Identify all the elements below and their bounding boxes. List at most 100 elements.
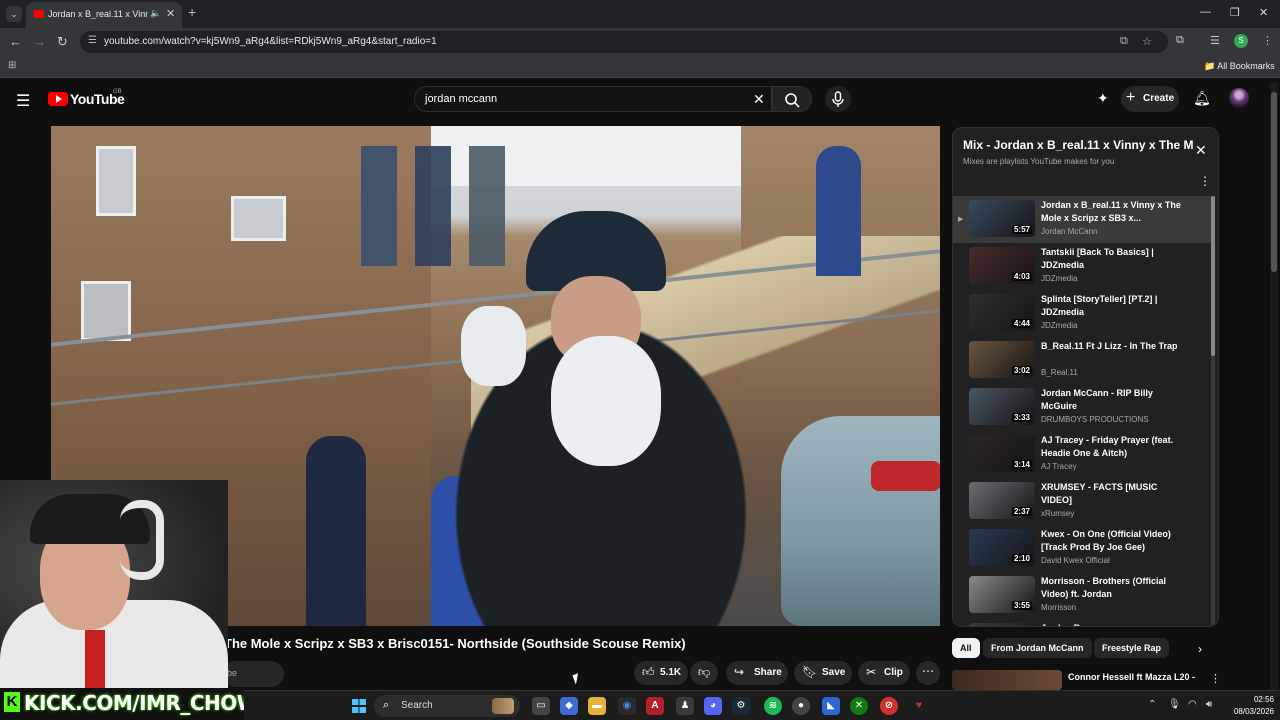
copilot-icon[interactable]: ◆ <box>560 697 578 715</box>
account-avatar[interactable] <box>1229 88 1249 108</box>
microphone-tray-icon[interactable]: 🎙︎ <box>1168 699 1181 710</box>
back-icon[interactable]: ← <box>9 34 22 49</box>
playlist-scrollbar[interactable] <box>1211 196 1215 626</box>
steam-icon[interactable]: ⚙ <box>732 697 750 715</box>
reading-list-icon[interactable]: ☰ <box>1210 34 1220 47</box>
playlist-item[interactable]: 3:14 AJ Tracey - Friday Prayer (feat. Hea… <box>953 431 1211 478</box>
bookmark-star-icon[interactable]: ☆ <box>1142 35 1152 48</box>
profile-avatar[interactable]: S <box>1234 34 1248 48</box>
search-input[interactable]: jordan mccann ✕ <box>414 86 772 112</box>
youtube-logo-icon[interactable] <box>48 92 68 106</box>
playlist-item[interactable]: ▶ 5:57 Jordan x B_real.11 x Vinny x The Mo… <box>953 196 1211 243</box>
chip-from-jordan-mccann[interactable]: From Jordan McCann <box>983 638 1092 658</box>
tray-overflow-icon[interactable]: ⌃ <box>1148 699 1156 710</box>
clear-search-icon[interactable]: ✕ <box>753 91 765 108</box>
taskbar-search[interactable]: ⌕ Search <box>374 695 520 717</box>
system-clock[interactable]: 02:56 08/03/2026 <box>1226 694 1274 718</box>
app-icon-blue[interactable]: ◣ <box>822 697 840 715</box>
volume-icon[interactable]: 🔊︎ <box>1206 699 1212 710</box>
reload-icon[interactable]: ↻ <box>57 34 68 50</box>
region-code: GB <box>113 89 122 95</box>
window-close-icon[interactable]: ✕ <box>1259 6 1268 19</box>
pin-icon[interactable]: ♥ <box>910 697 928 715</box>
playlist-item[interactable]: 3:02 B_Real.11 Ft J Lizz - In The Trap B_R… <box>953 337 1211 384</box>
clip-label: Clip <box>884 667 903 678</box>
premium-icon[interactable]: ✦ <box>1097 90 1109 107</box>
file-explorer-icon[interactable]: ▬ <box>588 697 606 715</box>
forward-icon[interactable]: → <box>33 34 46 49</box>
playlist-item[interactable]: 3:55 Morrisson - Brothers (Official Video… <box>953 572 1211 619</box>
dislike-button[interactable]: 👎︎ <box>690 661 718 685</box>
playlist-item-thumbnail[interactable]: 3:55 <box>969 576 1035 613</box>
site-info-icon[interactable]: ☰ <box>88 35 97 46</box>
tab-search-button[interactable]: ⌄ <box>6 6 22 22</box>
address-bar[interactable]: ☰ youtube.com/watch?v=kj5Wn9_aRg4&list=R… <box>80 31 1168 53</box>
spotify-icon[interactable]: ≋ <box>764 697 782 715</box>
app-icon-figure[interactable]: ♟ <box>676 697 694 715</box>
thumbs-up-icon: 👍︎ <box>642 665 655 679</box>
new-tab-button[interactable]: + <box>188 4 196 20</box>
playlist-item[interactable]: 4:03 Tantskii [Back To Basics] | JDZmedia… <box>953 243 1211 290</box>
playlist-item-thumbnail[interactable]: 4:44 <box>969 294 1035 331</box>
playlist-item[interactable]: 4:44 Splinta [StoryTeller] [PT.2] | JDZme… <box>953 290 1211 337</box>
close-playlist-icon[interactable]: ✕ <box>1195 142 1207 159</box>
network-icon[interactable]: ◠ <box>1188 699 1197 710</box>
playlist-item[interactable]: Jordan Ross <box>953 619 1211 626</box>
chip-freestyle-rap[interactable]: Freestyle Rap <box>1094 638 1170 658</box>
playlist-item-thumbnail[interactable]: 3:33 <box>969 388 1035 425</box>
subscribe-button[interactable]: ribe <box>222 661 284 687</box>
xbox-icon[interactable]: ✕ <box>850 697 868 715</box>
share-button[interactable]: ↪ Share <box>726 661 788 685</box>
audio-playing-icon[interactable]: 🔈 <box>150 8 161 19</box>
playlist-item-thumbnail[interactable]: 3:14 <box>969 435 1035 472</box>
discord-icon[interactable]: ◕ <box>704 697 722 715</box>
hamburger-menu-icon[interactable]: ☰ <box>16 91 30 111</box>
create-label: Create <box>1143 93 1175 104</box>
app-icon-red-circle[interactable]: ⊘ <box>880 697 898 715</box>
chips-next-icon[interactable]: › <box>1198 642 1202 656</box>
save-button[interactable]: 🔖︎ Save <box>794 661 852 685</box>
apps-grid-icon[interactable]: ⊞ <box>8 60 16 71</box>
all-bookmarks-button[interactable]: 📁 All Bookmarks <box>1204 61 1275 72</box>
windows-start-icon[interactable] <box>352 699 366 713</box>
playlist-item-thumbnail[interactable]: 4:03 <box>969 247 1035 284</box>
recommendation-more-icon[interactable]: ⋮ <box>1210 672 1221 685</box>
obs-icon[interactable]: ● <box>792 697 810 715</box>
notifications-bell-icon[interactable]: 🔔︎ <box>1193 90 1211 107</box>
playlist-item-thumbnail[interactable] <box>969 623 1035 626</box>
playlist-item[interactable]: 3:33 Jordan McCann - RIP Billy McGuire DRU… <box>953 384 1211 431</box>
minimize-icon[interactable]: — <box>1200 6 1211 18</box>
restore-icon[interactable]: ❐ <box>1230 6 1240 19</box>
voice-search-button[interactable] <box>825 86 851 112</box>
recommendation-thumbnail[interactable] <box>952 670 1062 690</box>
more-actions-button[interactable]: ⋯ <box>916 661 940 685</box>
playlist-item-title: Kwex - On One (Official Video) [Track Pr… <box>1041 529 1171 552</box>
playlist-item-channel: Morrisson <box>1041 603 1077 612</box>
like-button[interactable]: 👍︎ 5.1K <box>634 661 688 685</box>
create-button[interactable]: + Create <box>1121 86 1179 112</box>
playlist-item-thumbnail[interactable]: 2:37 <box>969 482 1035 519</box>
task-view-icon[interactable]: ▭ <box>532 697 550 715</box>
playlist-item-thumbnail[interactable]: 5:57 <box>969 200 1035 237</box>
playlist-title[interactable]: Mix - Jordan x B_real.11 x Vinny x The M… <box>963 138 1193 152</box>
install-app-icon[interactable]: ⧉ <box>1120 35 1128 48</box>
clip-button[interactable]: ✂ Clip <box>858 661 910 685</box>
chrome-menu-icon[interactable]: ⋮ <box>1262 34 1273 47</box>
video-title: The Mole x Scripz x SB3 x Brisc0151- Nor… <box>224 636 686 651</box>
app-icon-red[interactable]: A <box>646 697 664 715</box>
browser-tab-active[interactable]: Jordan x B_real.11 x Vinny x 🔈 ✕ <box>26 2 182 28</box>
playlist-item[interactable]: 2:10 Kwex - On One (Official Video) [Trac… <box>953 525 1211 572</box>
page-scrollbar[interactable] <box>1270 82 1278 692</box>
streamer-webcam <box>0 480 228 690</box>
taskbar-search-label: Search <box>401 700 433 711</box>
chrome-icon[interactable]: ◉ <box>618 697 636 715</box>
recommendation-title[interactable]: Connor Hessell ft Mazza L20 - <box>1068 672 1195 682</box>
extensions-icon[interactable]: ⧉ <box>1176 34 1184 47</box>
search-button[interactable] <box>772 86 812 112</box>
playlist-more-icon[interactable]: ⋮ <box>1199 174 1211 188</box>
playlist-item[interactable]: 2:37 XRUMSEY - FACTS [MUSIC VIDEO] xRumsey <box>953 478 1211 525</box>
chip-all[interactable]: All <box>952 638 980 658</box>
playlist-item-thumbnail[interactable]: 2:10 <box>969 529 1035 566</box>
playlist-item-thumbnail[interactable]: 3:02 <box>969 341 1035 378</box>
tab-close-icon[interactable]: ✕ <box>166 7 175 20</box>
